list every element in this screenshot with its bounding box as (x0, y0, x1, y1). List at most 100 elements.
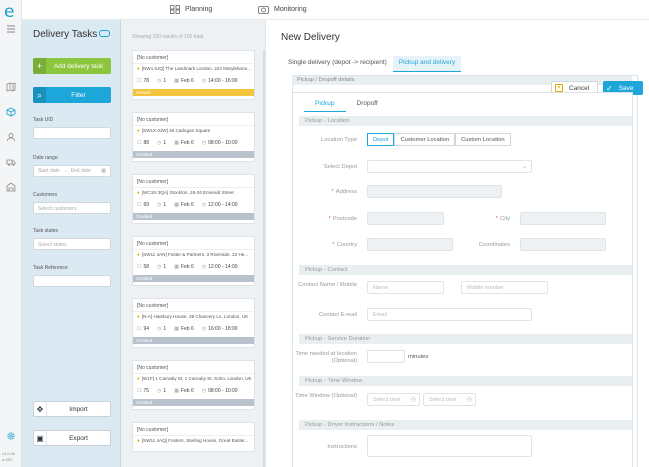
clock-icon: ◷ (201, 326, 207, 332)
location-type-customer[interactable]: Customer Location (394, 133, 456, 146)
task-address: ● [SW11 4AN] Foster & Partners, 3 Riversi… (137, 252, 249, 257)
task-customer: [No customer] (137, 55, 169, 61)
mobile-number-input[interactable]: Mobile number (461, 281, 548, 294)
card-divider (133, 249, 254, 250)
coordinates-label: Coordinates (478, 242, 510, 248)
task-time: ◷ 16:00 - 18:00 (201, 326, 238, 332)
delivery-type-tabs: Single delivery (depot -> recipient) Pic… (282, 56, 462, 72)
filter-button[interactable]: ⌕ Filter (33, 87, 111, 103)
panel-title: Delivery Tasks (33, 29, 98, 40)
clock-icon: ◷ (201, 78, 207, 84)
nav-planning[interactable]: Planning (170, 5, 212, 14)
location-header: Pickup - Location (299, 116, 632, 126)
task-units: ◷ 1 (157, 202, 167, 208)
clock-icon: ◷ (201, 140, 207, 146)
clock-icon: ◷ (157, 326, 162, 332)
pickup-dropoff-tabs: Pickup Dropoff (304, 98, 389, 112)
postcode-field[interactable] (367, 212, 444, 225)
location-pin-icon: ● (137, 438, 140, 443)
task-meta: ☐ 78 ◷ 1 ▦ Feb 6 ◷ 14:00 - 16:00 (137, 78, 238, 84)
app-logo[interactable]: e (4, 2, 14, 22)
task-reference-input[interactable] (33, 275, 111, 287)
location-type-custom[interactable]: Custom Location (455, 133, 511, 146)
task-customer: [No customer] (137, 427, 169, 433)
location-type-label: Location Type (321, 137, 357, 143)
address-field[interactable] (367, 185, 502, 198)
card-divider (133, 187, 254, 188)
time-window-end-input[interactable]: Select time ◷ (423, 393, 476, 406)
task-count: ☐ 69 (137, 202, 150, 208)
clock-icon: ◷ (157, 202, 162, 208)
time-needed-input[interactable] (367, 350, 405, 363)
date-range-label: Date range (33, 155, 58, 161)
plus-icon: + (33, 58, 46, 74)
clock-icon: ◷ (157, 264, 162, 270)
clock-icon: ◷ (466, 397, 472, 403)
add-delivery-task-button[interactable]: + Add delivery task (33, 58, 111, 74)
tab-dropoff[interactable]: Dropoff (346, 98, 389, 112)
save-label: Save (618, 84, 634, 92)
box-icon[interactable] (6, 107, 16, 117)
task-address: ● [N-A] Hatsbury House, 38 Chancery Ln, L… (137, 314, 249, 319)
time-window-label: Time Window (Optional) (295, 393, 357, 399)
task-count: ☐ 58 (137, 264, 150, 270)
calendar-icon: ▦ (174, 388, 179, 394)
menu-icon[interactable] (6, 24, 16, 34)
location-pin-icon: ● (137, 66, 140, 71)
pickup-form: Pickup Dropoff Pickup - Location Locatio… (292, 92, 633, 467)
task-states-select[interactable]: Select states (33, 238, 111, 250)
contact-email-input[interactable]: Email (367, 308, 532, 321)
import-button[interactable]: ✥ Import (33, 401, 111, 417)
export-button[interactable]: ▣ Export (33, 430, 111, 446)
warehouse-icon[interactable] (6, 182, 16, 192)
task-card[interactable]: [No customer] ● [SW1X 0JW] 46 Cadogan Squa… (132, 112, 255, 162)
task-card[interactable]: [No customer] ● [NW1 6JQ] The Landmark Lon… (132, 50, 255, 100)
contact-name-input[interactable]: Name (367, 281, 444, 294)
city-label: * City (495, 216, 510, 222)
country-label: * Country (332, 242, 357, 248)
location-type-depot[interactable]: Depot (367, 133, 395, 146)
task-units: ◷ 1 (157, 140, 167, 146)
card-divider (133, 63, 254, 64)
task-meta: ☐ 69 ◷ 1 ▦ Feb 6 ◷ 12:00 - 14:00 (137, 202, 238, 208)
task-card[interactable]: [No customer] ● [SW11 4AQ] Fosters, Sterli… (132, 422, 255, 452)
task-card[interactable]: [No customer] ● [N-A] Hatsbury House, 38 C… (132, 298, 255, 348)
instructions-textarea[interactable] (367, 435, 532, 457)
settings-icon[interactable] (6, 431, 16, 441)
tab-single-delivery[interactable]: Single delivery (depot -> recipient) (282, 56, 393, 72)
results-count: Showing 100 results of 100 total (132, 34, 204, 40)
task-uid-input[interactable] (33, 127, 111, 139)
task-list: Showing 100 results of 100 total [No cus… (121, 20, 265, 467)
customers-select[interactable]: Select customers (33, 202, 111, 214)
task-card[interactable]: [No customer] ● [WC1N 3QA] Stockton, 26-34… (132, 174, 255, 224)
task-time: ◷ 12:00 - 14:00 (201, 264, 238, 270)
time-window-start-input[interactable]: Select time ◷ (367, 393, 420, 406)
users-icon[interactable] (6, 132, 16, 142)
depot-select[interactable]: ⌄ (367, 160, 532, 173)
time-window-header: Pickup - Time Window (299, 376, 632, 386)
task-card[interactable]: [No customer] ● [W1F] 1 Carnaby St, 1 Carn… (132, 360, 255, 410)
task-units: ◷ 1 (157, 78, 167, 84)
map-icon[interactable] (6, 82, 16, 92)
page-title: New Delivery (281, 32, 340, 43)
task-count: ☐ 88 (137, 140, 150, 146)
end-date-placeholder: End date (70, 168, 91, 174)
filter-label: Filter (71, 91, 86, 99)
tab-pickup[interactable]: Pickup (304, 98, 346, 112)
tab-pickup-and-delivery[interactable]: Pickup and delivery (392, 56, 462, 72)
country-field[interactable] (367, 238, 453, 251)
clock-icon: ◷ (201, 264, 207, 270)
coordinates-field[interactable] (520, 238, 606, 251)
date-range-input[interactable]: Start date → End date ▦ (33, 165, 111, 177)
nav-monitoring[interactable]: Monitoring (258, 5, 307, 14)
clock-icon: ◷ (201, 202, 207, 208)
app-rail: e v1.0.0b a-001 (0, 0, 22, 467)
task-card[interactable]: [No customer] ● [SW11 4AN] Foster & Partne… (132, 236, 255, 286)
cancel-icon: ✕ (555, 84, 563, 92)
city-field[interactable] (520, 212, 606, 225)
task-address: ● [SW1X 0JW] 46 Cadogan Square (137, 128, 211, 133)
truck-icon[interactable] (6, 157, 16, 167)
filter-panel: Delivery Tasks + Add delivery task ⌕ Fil… (22, 20, 121, 467)
collapse-panel-button[interactable] (99, 30, 110, 37)
checkbox-icon: ☐ (137, 78, 142, 84)
